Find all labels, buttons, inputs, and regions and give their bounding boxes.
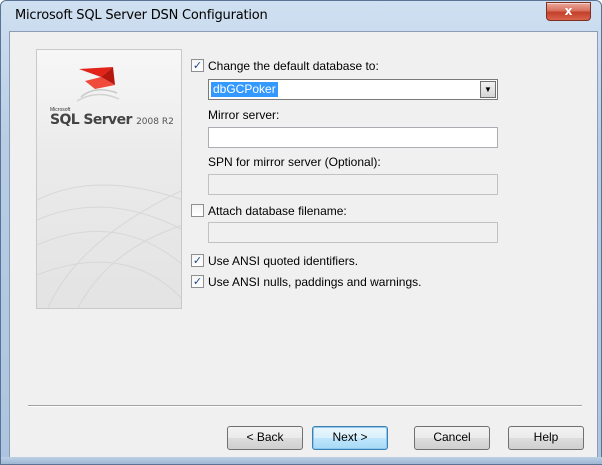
dialog-client-area: Microsoft SQL Server 2008 R2 ✓ Change th… xyxy=(9,31,598,459)
database-combobox[interactable]: dbGCPoker ▼ xyxy=(208,79,498,100)
attach-db-input[interactable] xyxy=(208,222,498,243)
ansi-nulls-label: Use ANSI nulls, paddings and warnings. xyxy=(208,275,422,289)
brand-version: 2008 R2 xyxy=(136,117,174,127)
attach-db-label: Attach database filename: xyxy=(208,204,347,218)
dropdown-arrow-icon[interactable]: ▼ xyxy=(480,81,496,98)
mirror-server-label: Mirror server: xyxy=(208,108,280,122)
checkmark-icon: ✓ xyxy=(192,254,203,267)
sql-server-logo-icon xyxy=(76,67,120,102)
window-title: Microsoft SQL Server DSN Configuration xyxy=(15,8,268,23)
title-bar[interactable]: Microsoft SQL Server DSN Configuration x xyxy=(1,1,601,31)
close-button[interactable]: x xyxy=(546,2,591,21)
cancel-button[interactable]: Cancel xyxy=(414,426,490,450)
database-combobox-value[interactable]: dbGCPoker xyxy=(211,82,278,97)
spn-label: SPN for mirror server (Optional): xyxy=(208,155,381,169)
spn-input[interactable] xyxy=(208,174,498,195)
ansi-nulls-checkbox[interactable]: ✓ xyxy=(191,275,204,288)
help-button[interactable]: Help xyxy=(508,426,584,450)
checkmark-icon: ✓ xyxy=(192,275,203,288)
checkmark-icon: ✓ xyxy=(192,59,203,72)
brand-product: SQL Server xyxy=(50,112,132,128)
button-separator xyxy=(28,405,582,407)
change-default-db-checkbox[interactable]: ✓ xyxy=(191,59,204,72)
change-default-db-label: Change the default database to: xyxy=(208,59,379,73)
dialog-window: Microsoft SQL Server DSN Configuration x xyxy=(0,0,602,465)
brand-panel: Microsoft SQL Server 2008 R2 xyxy=(36,49,182,309)
ansi-quoted-label: Use ANSI quoted identifiers. xyxy=(208,254,359,268)
brand-product-name: SQL Server 2008 R2 xyxy=(50,112,174,128)
bottom-frame xyxy=(1,457,602,464)
ansi-quoted-checkbox[interactable]: ✓ xyxy=(191,254,204,267)
mirror-server-input[interactable] xyxy=(208,127,498,148)
back-button[interactable]: < Back xyxy=(227,426,303,450)
close-icon: x xyxy=(564,4,573,18)
next-button[interactable]: Next > xyxy=(312,426,388,450)
attach-db-checkbox[interactable] xyxy=(191,204,204,217)
